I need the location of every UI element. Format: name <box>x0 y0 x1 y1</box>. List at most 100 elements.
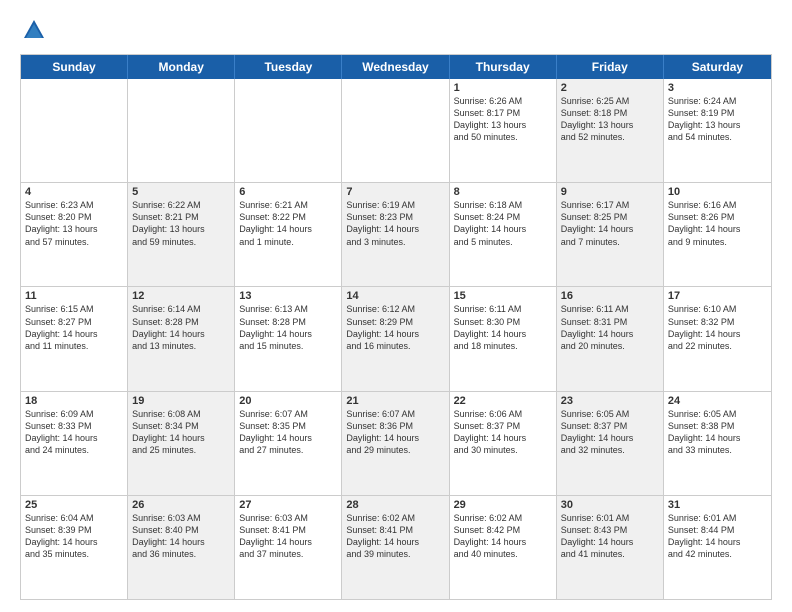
day-number: 6 <box>239 186 337 198</box>
day-number: 13 <box>239 290 337 302</box>
cal-cell-day-26: 26Sunrise: 6:03 AM Sunset: 8:40 PM Dayli… <box>128 496 235 599</box>
cal-cell-day-25: 25Sunrise: 6:04 AM Sunset: 8:39 PM Dayli… <box>21 496 128 599</box>
day-number: 29 <box>454 499 552 511</box>
cal-cell-day-16: 16Sunrise: 6:11 AM Sunset: 8:31 PM Dayli… <box>557 287 664 390</box>
calendar-row-1: 1Sunrise: 6:26 AM Sunset: 8:17 PM Daylig… <box>21 79 771 183</box>
cal-cell-day-19: 19Sunrise: 6:08 AM Sunset: 8:34 PM Dayli… <box>128 392 235 495</box>
logo-icon <box>20 16 48 44</box>
cal-cell-day-21: 21Sunrise: 6:07 AM Sunset: 8:36 PM Dayli… <box>342 392 449 495</box>
cal-cell-day-1: 1Sunrise: 6:26 AM Sunset: 8:17 PM Daylig… <box>450 79 557 182</box>
header-day-thursday: Thursday <box>450 55 557 79</box>
cal-cell-day-4: 4Sunrise: 6:23 AM Sunset: 8:20 PM Daylig… <box>21 183 128 286</box>
day-info: Sunrise: 6:05 AM Sunset: 8:37 PM Dayligh… <box>561 408 659 457</box>
day-info: Sunrise: 6:23 AM Sunset: 8:20 PM Dayligh… <box>25 199 123 248</box>
cal-cell-day-3: 3Sunrise: 6:24 AM Sunset: 8:19 PM Daylig… <box>664 79 771 182</box>
day-info: Sunrise: 6:01 AM Sunset: 8:43 PM Dayligh… <box>561 512 659 561</box>
day-info: Sunrise: 6:16 AM Sunset: 8:26 PM Dayligh… <box>668 199 767 248</box>
calendar-row-3: 11Sunrise: 6:15 AM Sunset: 8:27 PM Dayli… <box>21 287 771 391</box>
day-info: Sunrise: 6:15 AM Sunset: 8:27 PM Dayligh… <box>25 303 123 352</box>
cal-cell-day-28: 28Sunrise: 6:02 AM Sunset: 8:41 PM Dayli… <box>342 496 449 599</box>
cal-cell-day-13: 13Sunrise: 6:13 AM Sunset: 8:28 PM Dayli… <box>235 287 342 390</box>
day-number: 26 <box>132 499 230 511</box>
cal-cell-empty-0-0 <box>21 79 128 182</box>
cal-cell-day-27: 27Sunrise: 6:03 AM Sunset: 8:41 PM Dayli… <box>235 496 342 599</box>
day-info: Sunrise: 6:07 AM Sunset: 8:36 PM Dayligh… <box>346 408 444 457</box>
day-number: 8 <box>454 186 552 198</box>
day-number: 28 <box>346 499 444 511</box>
day-number: 22 <box>454 395 552 407</box>
cal-cell-day-24: 24Sunrise: 6:05 AM Sunset: 8:38 PM Dayli… <box>664 392 771 495</box>
day-info: Sunrise: 6:19 AM Sunset: 8:23 PM Dayligh… <box>346 199 444 248</box>
day-info: Sunrise: 6:08 AM Sunset: 8:34 PM Dayligh… <box>132 408 230 457</box>
cal-cell-day-2: 2Sunrise: 6:25 AM Sunset: 8:18 PM Daylig… <box>557 79 664 182</box>
cal-cell-day-15: 15Sunrise: 6:11 AM Sunset: 8:30 PM Dayli… <box>450 287 557 390</box>
cal-cell-day-6: 6Sunrise: 6:21 AM Sunset: 8:22 PM Daylig… <box>235 183 342 286</box>
day-number: 21 <box>346 395 444 407</box>
day-info: Sunrise: 6:13 AM Sunset: 8:28 PM Dayligh… <box>239 303 337 352</box>
calendar: SundayMondayTuesdayWednesdayThursdayFrid… <box>20 54 772 600</box>
day-info: Sunrise: 6:05 AM Sunset: 8:38 PM Dayligh… <box>668 408 767 457</box>
day-info: Sunrise: 6:24 AM Sunset: 8:19 PM Dayligh… <box>668 95 767 144</box>
day-info: Sunrise: 6:07 AM Sunset: 8:35 PM Dayligh… <box>239 408 337 457</box>
day-number: 10 <box>668 186 767 198</box>
day-number: 7 <box>346 186 444 198</box>
day-number: 19 <box>132 395 230 407</box>
cal-cell-empty-0-3 <box>342 79 449 182</box>
cal-cell-day-9: 9Sunrise: 6:17 AM Sunset: 8:25 PM Daylig… <box>557 183 664 286</box>
header-day-wednesday: Wednesday <box>342 55 449 79</box>
cal-cell-empty-0-1 <box>128 79 235 182</box>
cal-cell-day-30: 30Sunrise: 6:01 AM Sunset: 8:43 PM Dayli… <box>557 496 664 599</box>
calendar-row-2: 4Sunrise: 6:23 AM Sunset: 8:20 PM Daylig… <box>21 183 771 287</box>
calendar-row-4: 18Sunrise: 6:09 AM Sunset: 8:33 PM Dayli… <box>21 392 771 496</box>
day-info: Sunrise: 6:21 AM Sunset: 8:22 PM Dayligh… <box>239 199 337 248</box>
page: SundayMondayTuesdayWednesdayThursdayFrid… <box>0 0 792 612</box>
day-number: 1 <box>454 82 552 94</box>
cal-cell-day-22: 22Sunrise: 6:06 AM Sunset: 8:37 PM Dayli… <box>450 392 557 495</box>
day-number: 15 <box>454 290 552 302</box>
day-number: 3 <box>668 82 767 94</box>
day-info: Sunrise: 6:22 AM Sunset: 8:21 PM Dayligh… <box>132 199 230 248</box>
cal-cell-day-5: 5Sunrise: 6:22 AM Sunset: 8:21 PM Daylig… <box>128 183 235 286</box>
day-number: 31 <box>668 499 767 511</box>
day-info: Sunrise: 6:06 AM Sunset: 8:37 PM Dayligh… <box>454 408 552 457</box>
day-info: Sunrise: 6:12 AM Sunset: 8:29 PM Dayligh… <box>346 303 444 352</box>
header-day-monday: Monday <box>128 55 235 79</box>
day-number: 17 <box>668 290 767 302</box>
day-info: Sunrise: 6:17 AM Sunset: 8:25 PM Dayligh… <box>561 199 659 248</box>
cal-cell-day-11: 11Sunrise: 6:15 AM Sunset: 8:27 PM Dayli… <box>21 287 128 390</box>
day-info: Sunrise: 6:11 AM Sunset: 8:30 PM Dayligh… <box>454 303 552 352</box>
header-day-saturday: Saturday <box>664 55 771 79</box>
day-number: 20 <box>239 395 337 407</box>
day-number: 14 <box>346 290 444 302</box>
day-number: 5 <box>132 186 230 198</box>
cal-cell-day-20: 20Sunrise: 6:07 AM Sunset: 8:35 PM Dayli… <box>235 392 342 495</box>
day-info: Sunrise: 6:04 AM Sunset: 8:39 PM Dayligh… <box>25 512 123 561</box>
cal-cell-day-12: 12Sunrise: 6:14 AM Sunset: 8:28 PM Dayli… <box>128 287 235 390</box>
cal-cell-day-18: 18Sunrise: 6:09 AM Sunset: 8:33 PM Dayli… <box>21 392 128 495</box>
day-number: 11 <box>25 290 123 302</box>
day-info: Sunrise: 6:10 AM Sunset: 8:32 PM Dayligh… <box>668 303 767 352</box>
cal-cell-day-7: 7Sunrise: 6:19 AM Sunset: 8:23 PM Daylig… <box>342 183 449 286</box>
cal-cell-empty-0-2 <box>235 79 342 182</box>
day-info: Sunrise: 6:11 AM Sunset: 8:31 PM Dayligh… <box>561 303 659 352</box>
day-info: Sunrise: 6:14 AM Sunset: 8:28 PM Dayligh… <box>132 303 230 352</box>
day-number: 18 <box>25 395 123 407</box>
day-info: Sunrise: 6:03 AM Sunset: 8:41 PM Dayligh… <box>239 512 337 561</box>
header-day-sunday: Sunday <box>21 55 128 79</box>
day-number: 12 <box>132 290 230 302</box>
cal-cell-day-23: 23Sunrise: 6:05 AM Sunset: 8:37 PM Dayli… <box>557 392 664 495</box>
calendar-header: SundayMondayTuesdayWednesdayThursdayFrid… <box>21 55 771 79</box>
header-day-friday: Friday <box>557 55 664 79</box>
header-day-tuesday: Tuesday <box>235 55 342 79</box>
logo <box>20 16 52 44</box>
cal-cell-day-29: 29Sunrise: 6:02 AM Sunset: 8:42 PM Dayli… <box>450 496 557 599</box>
calendar-body: 1Sunrise: 6:26 AM Sunset: 8:17 PM Daylig… <box>21 79 771 599</box>
day-info: Sunrise: 6:18 AM Sunset: 8:24 PM Dayligh… <box>454 199 552 248</box>
day-info: Sunrise: 6:02 AM Sunset: 8:41 PM Dayligh… <box>346 512 444 561</box>
day-number: 30 <box>561 499 659 511</box>
cal-cell-day-31: 31Sunrise: 6:01 AM Sunset: 8:44 PM Dayli… <box>664 496 771 599</box>
day-number: 23 <box>561 395 659 407</box>
day-info: Sunrise: 6:01 AM Sunset: 8:44 PM Dayligh… <box>668 512 767 561</box>
cal-cell-day-10: 10Sunrise: 6:16 AM Sunset: 8:26 PM Dayli… <box>664 183 771 286</box>
cal-cell-day-14: 14Sunrise: 6:12 AM Sunset: 8:29 PM Dayli… <box>342 287 449 390</box>
